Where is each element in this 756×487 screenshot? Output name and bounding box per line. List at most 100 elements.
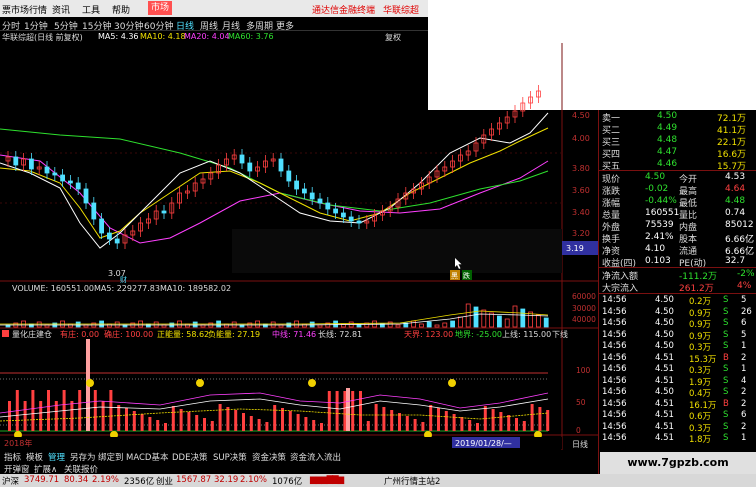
period-tabs: 分时 1分钟 5分钟 15分钟 30分钟 60分钟 日线 周线 月线 多周期 更… [0,17,428,32]
indicator-bar [39,401,43,431]
order-book-row: 卖一 4.50 72.1万 [599,110,756,124]
volume-bar [442,322,448,328]
stat-value: 4.48 [725,196,746,206]
candle-body [340,212,346,218]
indicator-bar [296,414,300,431]
candle-body [75,182,81,190]
volume-bar [457,316,463,328]
volume-bar [153,321,159,328]
indicator-e: 中线: 71.46 [272,329,316,339]
indicator-bar [132,411,136,431]
stat-row: 涨跌 -0.02 最高 4.64 [599,183,756,197]
indicator-bar [468,420,472,431]
indicator-bar [476,423,479,431]
volume-axis-tick: 40000 [572,315,596,324]
volume-ma10: MA10: 189582.02 [160,284,231,293]
indicator-bar [460,417,464,431]
order-price: 4.50 [657,111,678,121]
tick-time: 14:56 [602,341,627,351]
menu-item-tools[interactable]: 工具 [82,3,100,16]
candle-body [99,218,104,234]
candle-body [348,216,354,222]
tick-row: 14:56 4.50 0.9万 S 5 [599,329,756,342]
indicator-bar [148,417,152,431]
menu-item-news[interactable]: 资讯 [52,3,70,16]
promo-text[interactable]: 通达信金融终端 [312,3,375,16]
sh-label: 沪深 [2,477,20,487]
stat-row: 收益(四) 0.103 PE(动) 32.7 [599,255,756,269]
tick-row: 14:56 4.50 0.3万 S 1 [599,340,756,353]
tick-volume: 1.8万 [689,435,712,445]
tick-time: 14:56 [602,375,627,386]
volume-bar [536,314,541,328]
tick-price: 4.51 [655,398,674,409]
menu-item-help[interactable]: 帮助 [112,3,130,16]
volume-axis-tick: 30000 [572,304,596,313]
tick-count: 2 [741,352,747,363]
indicator-bar [210,421,214,431]
indicator-bar [23,401,27,431]
price-tick: 3.60 [572,186,590,195]
flow-pct: 4% [737,281,752,291]
indicator-bar [538,407,542,431]
tick-row: 14:56 4.50 0.9万 S 6 [599,317,756,330]
indicator-bar [499,412,503,431]
tick-price: 4.50 [655,329,674,340]
indicator-bar [78,390,82,431]
stat-value: 2.41% [645,232,674,242]
indicator-h: 地界: -25.00 [455,329,502,339]
menu-item-market[interactable]: 票市场行情 [2,3,47,16]
candle-body [239,154,245,164]
period-label[interactable]: 日线 [572,439,588,449]
volume-bar [473,306,479,328]
ma5-label: MA5: 4.36 [98,32,139,41]
stat-row: 净资 4.10 流通 6.66亿 [599,243,756,257]
indicator-a: 有庄: 0.00 [60,329,99,339]
indicator-bar [101,401,105,431]
tick-price: 4.50 [655,387,674,397]
tick-price: 4.51 [655,410,674,420]
tick-time: 14:56 [602,295,627,305]
tick-side: S [723,387,729,397]
tick-price: 4.51 [655,421,674,432]
indicator-title: 量化庄建仓 [12,329,52,339]
indicator-bar [117,405,121,431]
main-chart: 4.50 4.00 3.80 3.60 3.40 3.20 3.19 3.07 … [0,43,598,450]
candle-body [13,156,19,166]
server-label[interactable]: 广州行情主站2 [384,475,440,487]
indicator-bar [421,422,425,431]
volume-bar [520,308,526,328]
tick-count: 6 [741,410,747,420]
volume-bar [36,321,42,328]
volume-bar [434,324,440,328]
tick-time: 14:56 [602,421,627,432]
indicator-bar [522,421,526,431]
indicator-bar [320,423,323,431]
indicator-bar [47,390,50,431]
order-price: 4.49 [657,123,678,133]
candle-body [44,166,50,174]
candle-body [114,238,120,244]
tick-price: 4.50 [655,295,674,305]
sh-amount: 2356亿 [124,477,155,487]
indicator-bar [444,411,448,431]
menu-item-stock-market[interactable]: 市场 [148,1,173,15]
candle-body [107,232,112,240]
indicator-bar [390,410,394,431]
ma20-label: MA20: 4.04 [184,32,230,41]
flow-pct: -2% [737,269,755,279]
indicator-b: 确庄: 100.00 [104,329,153,339]
indicator-g: 天界: 123.00 [404,330,453,339]
stat-value: 4.64 [725,184,746,194]
candle-body [52,172,58,176]
indicator-bar [156,420,160,431]
candle-body [294,180,300,190]
indicator-spike [346,388,350,431]
fund-flow-row: 净流入额 -111.2万 -2% [599,268,756,282]
smiley-icon [448,379,456,387]
restore-label[interactable]: 复权 [385,32,401,43]
tick-row: 14:56 4.51 0.3万 S 2 [599,421,756,434]
tick-row: 14:56 4.51 1.8万 S 1 [599,432,756,445]
stat-row: 换手 2.41% 股本 6.66亿 [599,231,756,245]
candle-body [91,202,97,220]
